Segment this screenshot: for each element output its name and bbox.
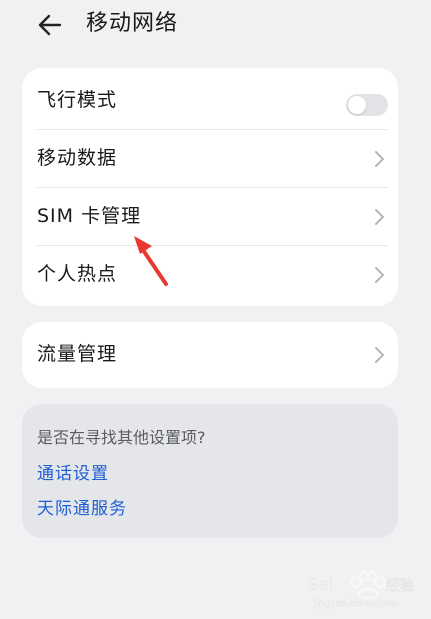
mobile-network-settings-card: 飞行模式 移动数据 SIM 卡管理 个人热点 xyxy=(22,68,398,306)
airplane-mode-toggle[interactable] xyxy=(346,94,388,116)
settings-row-airplane-mode[interactable]: 飞行模式 xyxy=(22,72,398,130)
row-label: 移动数据 xyxy=(37,147,118,169)
svg-text:Bai: Bai xyxy=(308,575,333,594)
page-title: 移动网络 xyxy=(86,11,179,36)
suggestions-card: 是否在寻找其他设置项? 通话设置 天际通服务 xyxy=(22,404,398,538)
back-button[interactable] xyxy=(34,8,68,42)
suggestions-title: 是否在寻找其他设置项? xyxy=(37,428,206,447)
settings-row-mobile-data[interactable]: 移动数据 xyxy=(22,130,398,188)
annotation-arrow-icon xyxy=(120,222,180,294)
tianjitong-service-link[interactable]: 天际通服务 xyxy=(37,496,127,522)
settings-row-personal-hotspot[interactable]: 个人热点 xyxy=(22,246,398,304)
call-settings-link[interactable]: 通话设置 xyxy=(37,461,109,487)
data-usage-card: 流量管理 xyxy=(22,322,398,388)
toggle-knob xyxy=(348,96,366,114)
settings-row-sim-management[interactable]: SIM 卡管理 xyxy=(22,188,398,246)
row-label: 个人热点 xyxy=(37,263,118,285)
chevron-right-icon xyxy=(374,345,386,365)
chevron-right-icon xyxy=(374,265,386,285)
row-label: 飞行模式 xyxy=(37,89,118,111)
arrow-left-icon xyxy=(38,14,62,36)
settings-row-data-usage[interactable]: 流量管理 xyxy=(22,326,398,384)
svg-text:jingyan.baidu.com: jingyan.baidu.com xyxy=(313,599,397,609)
baidu-watermark-logo: Bai 经验 jingyan.baidu.com xyxy=(300,560,420,610)
svg-text:经验: 经验 xyxy=(386,578,414,594)
header: 移动网络 xyxy=(0,0,431,56)
chevron-right-icon xyxy=(374,149,386,169)
row-label: 流量管理 xyxy=(37,343,118,365)
chevron-right-icon xyxy=(374,207,386,227)
